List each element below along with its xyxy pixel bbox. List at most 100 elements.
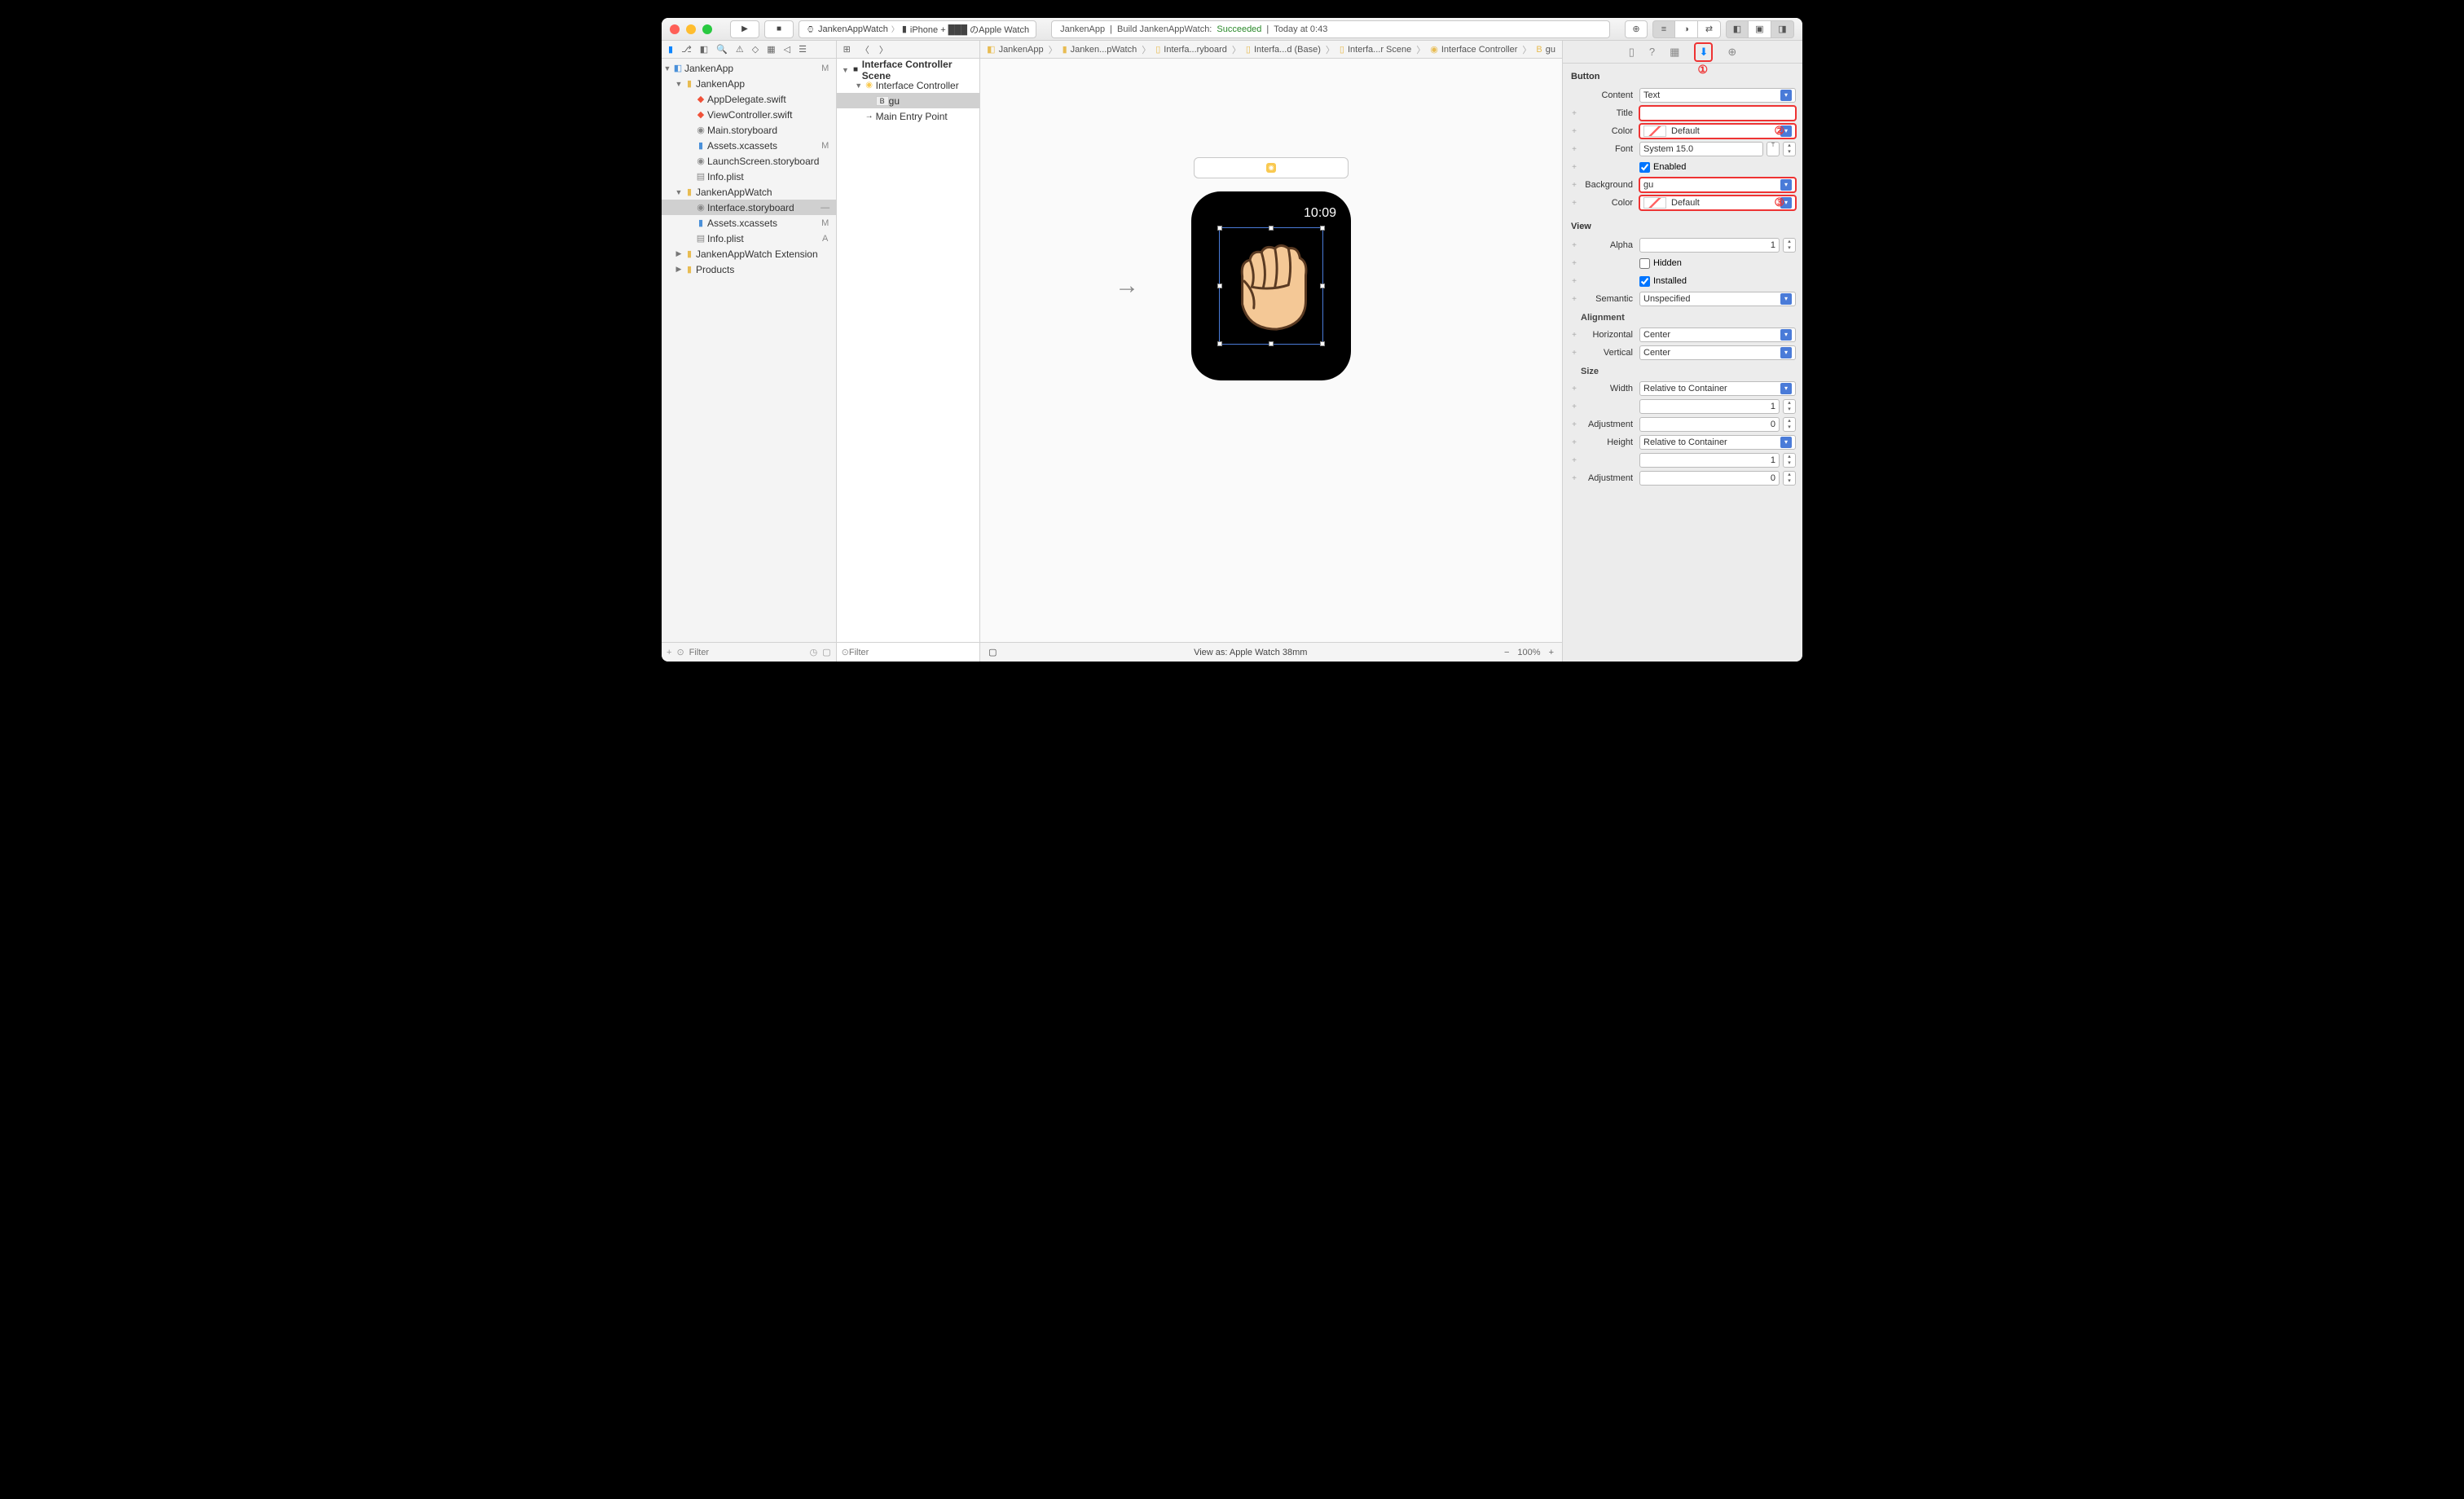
device-config-icon[interactable]: ▢ [988, 647, 997, 657]
alpha-input[interactable] [1639, 238, 1780, 253]
zoom-out-button[interactable]: − [1504, 648, 1509, 657]
project-tree[interactable]: ▼◧JankenAppM▼▮JankenApp◆AppDelegate.swif… [662, 59, 836, 642]
nav-item[interactable]: ◆ViewController.swift [662, 107, 836, 122]
project-nav-icon[interactable]: ▮ [668, 44, 673, 55]
view-as-label[interactable]: View as: Apple Watch 38mm [1010, 648, 1491, 657]
add-icon[interactable]: + [667, 648, 671, 657]
run-button[interactable]: ▶ [730, 20, 759, 38]
selection-handle[interactable] [1217, 341, 1222, 346]
standard-editor-button[interactable]: ≡ [1652, 20, 1675, 38]
outline-grid-icon[interactable]: ⊞ [843, 44, 851, 55]
outline-item[interactable]: →Main Entry Point [837, 108, 979, 124]
enabled-checkbox[interactable] [1639, 162, 1650, 173]
close-icon[interactable] [670, 24, 680, 34]
size-inspector-tab[interactable]: ⊕ [1727, 46, 1736, 59]
nav-item[interactable]: ▼▮JankenApp [662, 76, 836, 91]
nav-item[interactable]: ▮Assets.xcassetsM [662, 215, 836, 231]
breadcrumb-item[interactable]: Interfa...d (Base) [1254, 45, 1321, 55]
breadcrumb-item[interactable]: Interfa...r Scene [1348, 45, 1411, 55]
nav-item[interactable]: ◉LaunchScreen.storyboard [662, 153, 836, 169]
find-nav-icon[interactable]: 🔍 [716, 44, 728, 55]
selection-handle[interactable] [1217, 284, 1222, 288]
show-navigator-button[interactable]: ◧ [1726, 20, 1749, 38]
font-input[interactable] [1639, 142, 1763, 156]
alpha-stepper[interactable]: ▴▾ [1783, 238, 1796, 253]
show-debug-button[interactable]: ▣ [1749, 20, 1771, 38]
width-stepper[interactable]: ▴▾ [1783, 399, 1796, 414]
scheme-selector[interactable]: ⌚︎ JankenAppWatch 〉 ▮ iPhone + ███ のAppl… [799, 20, 1036, 38]
breakpoint-nav-icon[interactable]: ◁ [784, 44, 790, 55]
file-inspector-tab[interactable]: ▯ [1629, 46, 1635, 59]
stop-button[interactable]: ■ [764, 20, 794, 38]
width-adj-input[interactable] [1639, 417, 1780, 432]
selection-handle[interactable] [1217, 226, 1222, 231]
zoom-in-button[interactable]: + [1549, 648, 1554, 657]
font-picker-button[interactable]: T [1767, 142, 1780, 156]
nav-item[interactable]: ◆AppDelegate.swift [662, 91, 836, 107]
nav-item[interactable]: ▼◧JankenAppM [662, 60, 836, 76]
scm-filter-icon[interactable]: ▢ [822, 647, 830, 657]
content-select[interactable]: Text▾ [1639, 88, 1796, 103]
outline-item[interactable]: Bgu [837, 93, 979, 108]
nav-item[interactable]: ▤Info.plistA [662, 231, 836, 246]
breadcrumb-item[interactable]: JankenApp [999, 45, 1044, 55]
show-inspector-button[interactable]: ◨ [1771, 20, 1794, 38]
height-select[interactable]: Relative to Container▾ [1639, 435, 1796, 450]
ib-canvas[interactable]: ◉ → 10:09 [980, 59, 1562, 642]
nav-item[interactable]: ◉Interface.storyboard— [662, 200, 836, 215]
debug-nav-icon[interactable]: ▦ [767, 44, 775, 55]
test-nav-icon[interactable]: ◇ [752, 44, 759, 55]
outline-filter-input[interactable] [849, 648, 975, 657]
installed-checkbox[interactable] [1639, 276, 1650, 287]
outline-item[interactable]: ▼■Interface Controller Scene [837, 62, 979, 77]
color-select[interactable]: Default▾ [1639, 124, 1796, 138]
report-nav-icon[interactable]: ☰ [799, 44, 807, 55]
font-stepper[interactable]: ▴▾ [1783, 142, 1796, 156]
semantic-select[interactable]: Unspecified▾ [1639, 292, 1796, 306]
outline-fwd-icon[interactable]: 〉 [879, 43, 888, 56]
background-select[interactable]: gu▾ [1639, 178, 1796, 192]
title-input[interactable] [1639, 106, 1796, 121]
hidden-checkbox[interactable] [1639, 258, 1650, 269]
width-value-input[interactable] [1639, 399, 1780, 414]
version-editor-button[interactable]: ⇄ [1698, 20, 1721, 38]
scene-header[interactable]: ◉ [1194, 157, 1349, 178]
selection-handle[interactable] [1320, 226, 1325, 231]
clock-icon[interactable]: ◷ [810, 647, 818, 657]
breadcrumb-item[interactable]: Janken...pWatch [1071, 45, 1137, 55]
identity-inspector-tab[interactable]: ▦ [1670, 46, 1679, 59]
minimize-icon[interactable] [686, 24, 696, 34]
library-button[interactable]: ⊕ [1625, 20, 1648, 38]
selection-handle[interactable] [1269, 341, 1274, 346]
height-stepper[interactable]: ▴▾ [1783, 453, 1796, 468]
bg-color-select[interactable]: Default▾ [1639, 196, 1796, 210]
nav-item[interactable]: ▮Assets.xcassetsM [662, 138, 836, 153]
selection-handle[interactable] [1320, 341, 1325, 346]
jump-bar[interactable]: ◧ JankenApp〉▮ Janken...pWatch〉▯ Interfa.… [980, 41, 1562, 59]
help-inspector-tab[interactable]: ? [1649, 46, 1655, 58]
horizontal-select[interactable]: Center▾ [1639, 327, 1796, 342]
navigator-filter-input[interactable] [689, 648, 805, 657]
vertical-select[interactable]: Center▾ [1639, 345, 1796, 360]
nav-item[interactable]: ▼▮JankenAppWatch [662, 184, 836, 200]
height-adj-input[interactable] [1639, 471, 1780, 486]
height-adj-stepper[interactable]: ▴▾ [1783, 471, 1796, 486]
outline-tree[interactable]: ▼■Interface Controller Scene▼◉Interface … [837, 59, 979, 642]
nav-item[interactable]: ▶▮Products [662, 262, 836, 277]
source-control-nav-icon[interactable]: ⎇ [681, 44, 692, 55]
nav-item[interactable]: ◉Main.storyboard [662, 122, 836, 138]
outline-back-icon[interactable]: 〈 [860, 43, 869, 56]
nav-item[interactable]: ▤Info.plist [662, 169, 836, 184]
width-select[interactable]: Relative to Container▾ [1639, 381, 1796, 396]
assistant-editor-button[interactable]: ◑ [1675, 20, 1698, 38]
width-adj-stepper[interactable]: ▴▾ [1783, 417, 1796, 432]
gu-button[interactable] [1219, 227, 1323, 345]
breadcrumb-item[interactable]: Interfa...ryboard [1164, 45, 1227, 55]
symbol-nav-icon[interactable]: ◧ [700, 44, 708, 55]
zoom-icon[interactable] [702, 24, 712, 34]
breadcrumb-item[interactable]: Interface Controller [1441, 45, 1518, 55]
height-value-input[interactable] [1639, 453, 1780, 468]
selection-handle[interactable] [1320, 284, 1325, 288]
outline-item[interactable]: ▼◉Interface Controller [837, 77, 979, 93]
issue-nav-icon[interactable]: ⚠ [736, 44, 744, 55]
